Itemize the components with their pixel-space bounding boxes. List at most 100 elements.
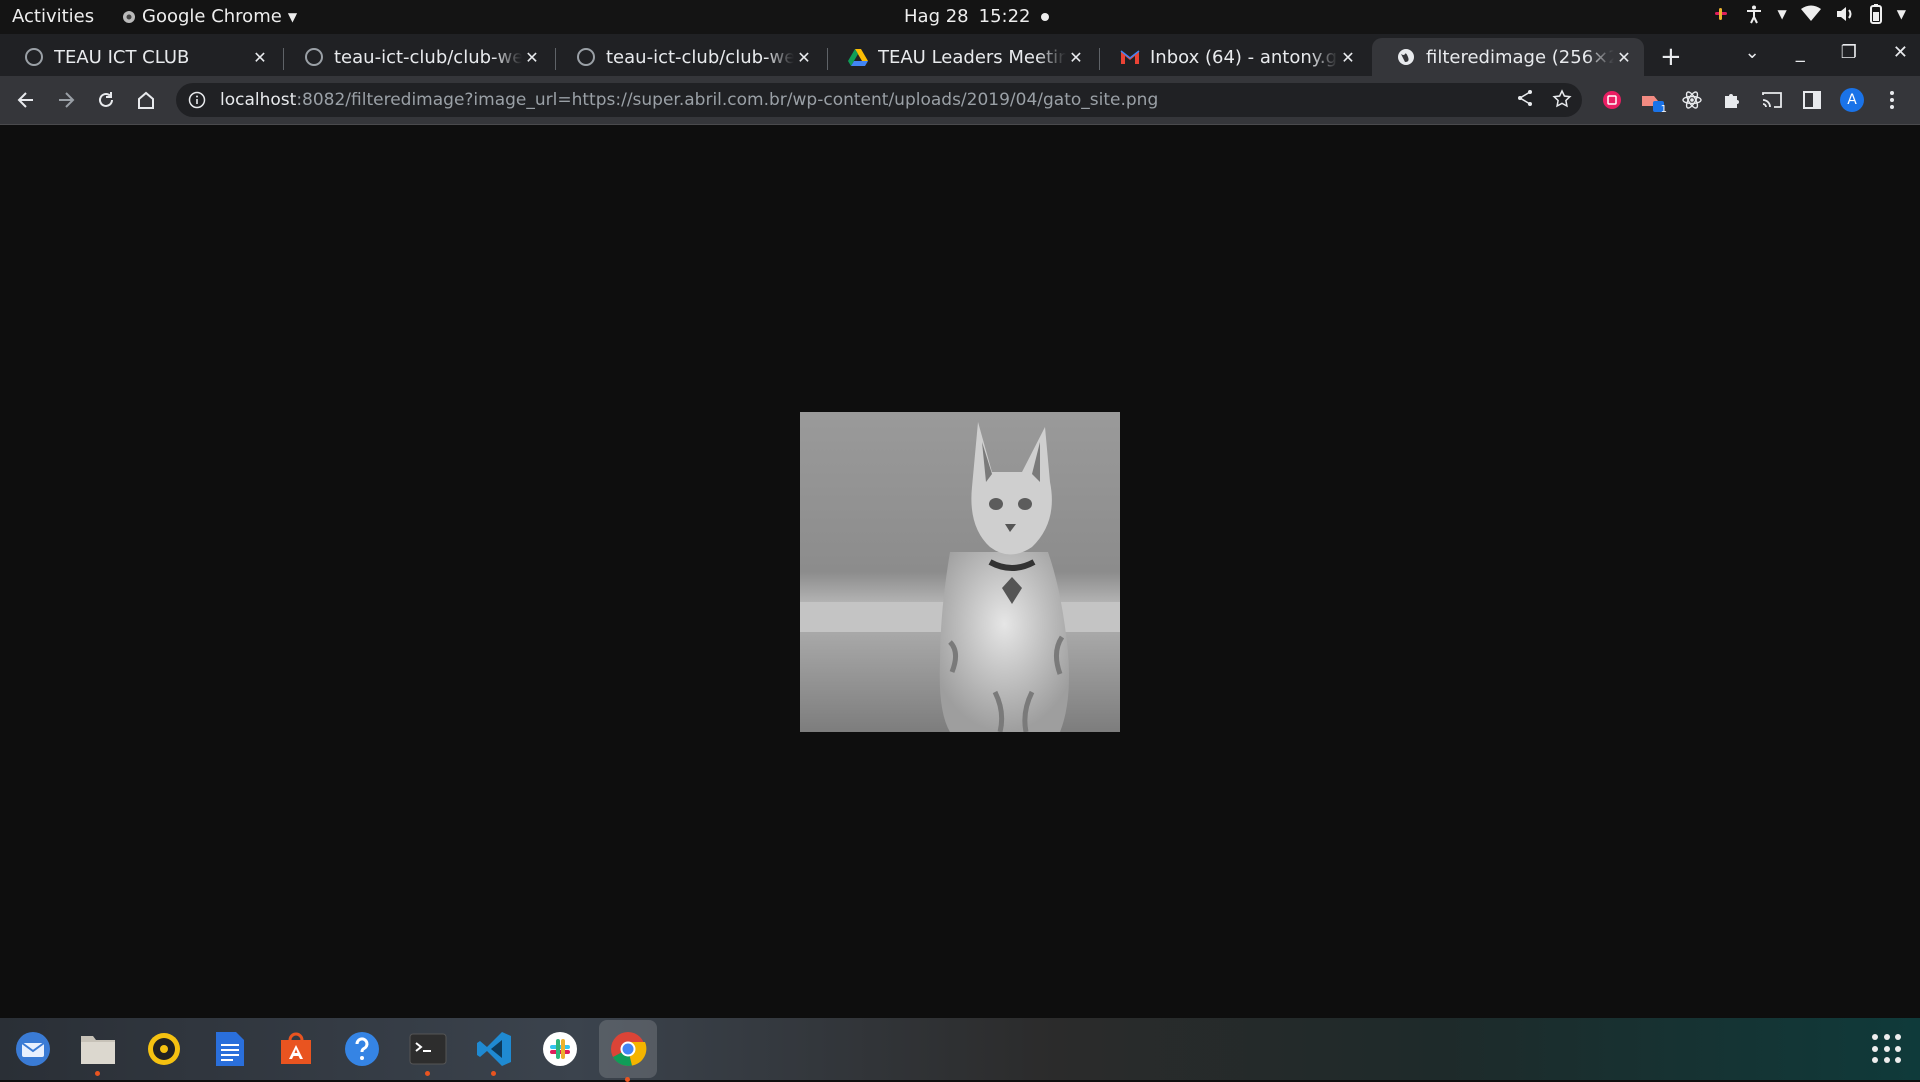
battery-icon[interactable] (1869, 4, 1883, 24)
tab-active[interactable]: filteredimage (256×25 ✕ (1372, 38, 1644, 76)
github-icon (576, 47, 596, 67)
home-icon (138, 91, 154, 109)
tab-title: TEAU Leaders Meeting (878, 46, 1066, 68)
chevron-down-icon: ▼ (287, 9, 298, 24)
time: 15:22 (978, 6, 1031, 27)
tab[interactable]: Inbox (64) - antony.gal ✕ (1096, 38, 1368, 76)
tab-search-icon[interactable]: ⌄ (1745, 42, 1760, 63)
forward-button[interactable] (52, 86, 80, 114)
back-button[interactable] (12, 86, 40, 114)
tab[interactable]: teau-ict-club/club-web ✕ (552, 38, 824, 76)
puzzle-extensions-icon[interactable] (1719, 87, 1745, 113)
gnome-top-bar: Activities Google Chrome ▼ Hag 28 15:22 … (0, 0, 1920, 34)
running-indicator (491, 1071, 496, 1076)
new-tab-button[interactable]: + (1660, 42, 1682, 72)
tab-title: teau-ict-club/club-web (606, 46, 794, 68)
notification-dot (1040, 12, 1049, 21)
address-bar[interactable]: localhost:8082/filteredimage?image_url=h… (176, 83, 1582, 117)
app-name: Google Chrome (142, 6, 282, 27)
close-icon[interactable]: ✕ (522, 48, 542, 67)
chevron-down-icon[interactable]: ▼ (1778, 7, 1787, 21)
arrow-right-icon (59, 92, 75, 108)
tab-title: TEAU ICT CLUB (54, 46, 190, 68)
share-icon[interactable] (1516, 89, 1534, 107)
restore-icon[interactable]: ❐ (1841, 42, 1857, 63)
browser-toolbar: localhost:8082/filteredimage?image_url=h… (0, 76, 1920, 125)
tab[interactable]: teau-ict-club/club-web ✕ (280, 38, 552, 76)
vscode-icon (477, 1032, 511, 1066)
github-icon (304, 47, 324, 67)
tab-title: filteredimage (256×25 (1426, 46, 1614, 68)
clock[interactable]: Hag 28 15:22 (904, 6, 1049, 27)
google-drive-icon (848, 47, 868, 67)
dock (0, 1018, 1920, 1082)
tab[interactable]: TEAU ICT CLUB ✕ (0, 38, 280, 76)
cast-icon[interactable] (1759, 87, 1785, 113)
slack-icon (543, 1032, 577, 1066)
star-icon[interactable] (1552, 89, 1572, 109)
running-indicator (95, 1071, 100, 1076)
chrome-small-icon (123, 10, 135, 23)
github-icon (24, 47, 44, 67)
chrome-icon (611, 1032, 647, 1066)
reload-button[interactable] (92, 86, 120, 114)
extension-record-icon[interactable] (1599, 87, 1625, 113)
running-indicator (425, 1071, 430, 1076)
files-icon (81, 1036, 115, 1064)
info-icon[interactable] (188, 91, 206, 109)
system-tray[interactable]: ▼ ▼ (1712, 4, 1906, 24)
gmail-icon (1120, 47, 1140, 67)
close-icon[interactable]: ✕ (1338, 48, 1358, 67)
filtered-cat-image[interactable] (800, 412, 1120, 732)
dock-item-software[interactable] (273, 1026, 319, 1072)
globe-icon (1396, 47, 1416, 67)
help-icon (345, 1032, 379, 1066)
dock-item-slack[interactable] (537, 1026, 583, 1072)
dock-item-rhythmbox[interactable] (141, 1026, 187, 1072)
avatar: A (1840, 88, 1864, 112)
software-center-icon (281, 1032, 311, 1064)
side-panel-icon[interactable] (1799, 87, 1825, 113)
react-devtools-icon[interactable] (1679, 87, 1705, 113)
show-applications-icon[interactable] (1872, 1034, 1902, 1064)
close-icon[interactable]: ✕ (1066, 48, 1086, 67)
date: Hag 28 (904, 6, 969, 27)
dock-item-thunderbird[interactable] (10, 1026, 56, 1072)
home-button[interactable] (132, 86, 160, 114)
dock-item-vscode[interactable] (471, 1026, 517, 1076)
slack-tray-icon[interactable] (1712, 5, 1730, 23)
dock-item-writer[interactable] (207, 1026, 253, 1072)
extension-badge-count: 1 (1660, 104, 1667, 115)
volume-icon[interactable] (1835, 5, 1855, 23)
tab-strip: TEAU ICT CLUB ✕ teau-ict-club/club-web ✕… (0, 34, 1920, 76)
kebab-menu-icon[interactable] (1879, 87, 1905, 113)
rhythmbox-icon (148, 1033, 180, 1065)
window-controls: ⌄ _ ❐ ✕ (1745, 42, 1908, 63)
dock-item-files[interactable] (75, 1026, 121, 1076)
chevron-down-icon[interactable]: ▼ (1897, 7, 1906, 21)
wifi-icon[interactable] (1800, 5, 1821, 23)
extension-badge-icon[interactable]: 1 (1639, 87, 1667, 115)
close-icon[interactable]: ✕ (250, 48, 270, 67)
close-icon[interactable]: ✕ (794, 48, 814, 67)
url-text: localhost:8082/filteredimage?image_url=h… (220, 90, 1158, 110)
tab[interactable]: TEAU Leaders Meeting ✕ (824, 38, 1096, 76)
profile-button[interactable]: A (1839, 87, 1865, 113)
thunderbird-icon (16, 1032, 50, 1066)
tab-title: teau-ict-club/club-web (334, 46, 522, 68)
close-icon[interactable]: ✕ (1614, 48, 1634, 67)
arrow-left-icon (17, 92, 33, 108)
activities-button[interactable]: Activities (12, 6, 94, 27)
terminal-icon (409, 1033, 447, 1065)
tab-title: Inbox (64) - antony.gal (1150, 46, 1338, 68)
app-menu[interactable]: Google Chrome ▼ (122, 6, 297, 27)
reload-icon (99, 92, 113, 107)
minimize-icon[interactable]: _ (1796, 42, 1805, 63)
dock-item-terminal[interactable] (405, 1026, 451, 1076)
dock-item-help[interactable] (339, 1026, 385, 1072)
url-rest: :8082/filteredimage?image_url=https://su… (296, 90, 1159, 110)
dock-item-chrome[interactable] (599, 1020, 657, 1082)
accessibility-icon[interactable] (1744, 4, 1764, 24)
close-window-icon[interactable]: ✕ (1893, 42, 1908, 63)
writer-icon (216, 1032, 244, 1066)
